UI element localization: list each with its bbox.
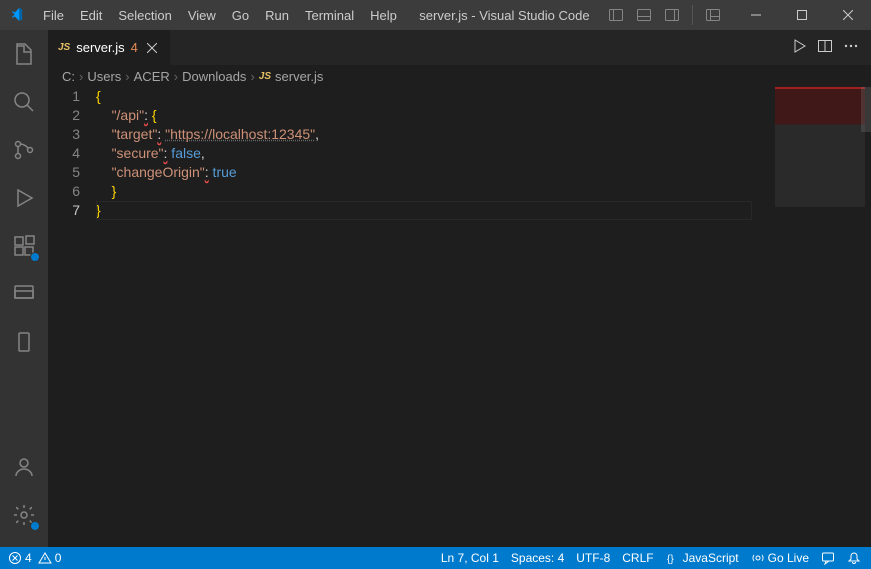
menu-edit[interactable]: Edit: [72, 0, 110, 30]
file-js-icon: JS: [58, 42, 70, 53]
menu-terminal[interactable]: Terminal: [297, 0, 362, 30]
toggle-primary-sidebar-icon[interactable]: [604, 5, 628, 25]
status-feedback-icon[interactable]: [821, 551, 835, 565]
more-actions-icon[interactable]: [843, 38, 859, 57]
status-errors[interactable]: 4: [8, 551, 32, 565]
activity-bar: [0, 30, 48, 547]
menu-selection[interactable]: Selection: [110, 0, 179, 30]
status-language[interactable]: {}JavaScript: [666, 551, 739, 565]
tab-problems-badge: 4: [131, 40, 138, 55]
tab-close-icon[interactable]: [144, 40, 160, 56]
explorer-icon[interactable]: [0, 30, 48, 78]
menu-file[interactable]: File: [35, 0, 72, 30]
editor-area: JS server.js 4 C:› Users› ACER› Download…: [48, 30, 871, 547]
maximize-button[interactable]: [779, 0, 825, 30]
tab-bar: JS server.js 4: [48, 30, 871, 65]
remote-explorer-icon[interactable]: [0, 270, 48, 318]
svg-text:{}: {}: [667, 554, 674, 565]
scrollbar-thumb[interactable]: [861, 87, 871, 132]
run-file-icon[interactable]: [791, 38, 807, 57]
status-go-live[interactable]: Go Live: [751, 551, 809, 565]
run-debug-icon[interactable]: [0, 174, 48, 222]
bc-acer[interactable]: ACER: [134, 69, 170, 84]
vscode-logo-icon: [0, 7, 35, 23]
tab-server-js[interactable]: JS server.js 4: [48, 30, 171, 65]
window-title: server.js - Visual Studio Code: [405, 8, 604, 23]
bc-downloads[interactable]: Downloads: [182, 69, 246, 84]
editor-body[interactable]: 1 2 3 4 5 6 7 { "/api": { "target": "htt…: [48, 87, 871, 547]
breadcrumbs[interactable]: C:› Users› ACER› Downloads› JS server.js: [48, 65, 871, 87]
bc-users[interactable]: Users: [87, 69, 121, 84]
toggle-secondary-sidebar-icon[interactable]: [660, 5, 684, 25]
device-icon[interactable]: [0, 318, 48, 366]
window-controls: [733, 0, 871, 30]
bc-file[interactable]: JS server.js: [259, 69, 324, 84]
status-line-col[interactable]: Ln 7, Col 1: [441, 551, 499, 565]
minimize-button[interactable]: [733, 0, 779, 30]
customize-layout-icon[interactable]: [701, 5, 725, 25]
statusbar: 4 0 Ln 7, Col 1 Spaces: 4 UTF-8 CRLF {}J…: [0, 547, 871, 569]
menu-view[interactable]: View: [180, 0, 224, 30]
menu-go[interactable]: Go: [224, 0, 257, 30]
menu-run[interactable]: Run: [257, 0, 297, 30]
status-warnings[interactable]: 0: [38, 551, 62, 565]
source-control-icon[interactable]: [0, 126, 48, 174]
status-bell-icon[interactable]: [847, 551, 861, 565]
line-number-gutter: 1 2 3 4 5 6 7: [48, 87, 96, 547]
accounts-icon[interactable]: [0, 443, 48, 491]
status-eol[interactable]: CRLF: [622, 551, 653, 565]
menu-help[interactable]: Help: [362, 0, 405, 30]
extensions-icon[interactable]: [0, 222, 48, 270]
status-indentation[interactable]: Spaces: 4: [511, 551, 564, 565]
settings-gear-icon[interactable]: [0, 491, 48, 539]
layout-controls: [604, 5, 733, 25]
close-button[interactable]: [825, 0, 871, 30]
search-icon[interactable]: [0, 78, 48, 126]
titlebar: File Edit Selection View Go Run Terminal…: [0, 0, 871, 30]
tab-label: server.js: [76, 40, 124, 55]
minimap[interactable]: [775, 87, 865, 207]
toggle-panel-icon[interactable]: [632, 5, 656, 25]
code-content[interactable]: { "/api": { "target": "https://localhost…: [96, 87, 871, 547]
bc-drive[interactable]: C:: [62, 69, 75, 84]
split-editor-icon[interactable]: [817, 38, 833, 57]
menubar: File Edit Selection View Go Run Terminal…: [35, 0, 405, 30]
status-encoding[interactable]: UTF-8: [576, 551, 610, 565]
